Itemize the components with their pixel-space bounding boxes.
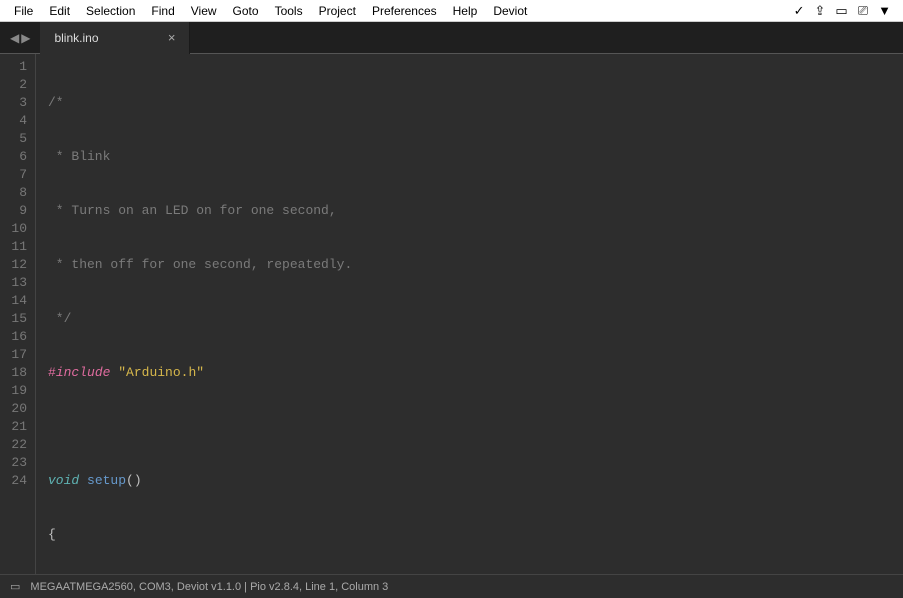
clean-icon[interactable]: ⎚ (858, 3, 868, 19)
line-number: 12 (0, 256, 27, 274)
line-number: 22 (0, 436, 27, 454)
line-number: 11 (0, 238, 27, 256)
tab-label: blink.ino (54, 31, 98, 45)
line-number: 18 (0, 364, 27, 382)
menu-view[interactable]: View (183, 2, 225, 20)
line-number: 5 (0, 130, 27, 148)
line-number: 9 (0, 202, 27, 220)
code-line: #include "Arduino.h" (48, 364, 422, 382)
line-number: 8 (0, 184, 27, 202)
monitor-icon[interactable]: ▭ (835, 3, 847, 19)
line-number: 4 (0, 112, 27, 130)
toolbar-icons: ✓ ⇪ ▭ ⎚ ▼ (794, 3, 897, 19)
dropdown-icon[interactable]: ▼ (878, 3, 891, 18)
nav-back-icon[interactable]: ◀ (10, 31, 19, 45)
menu-help[interactable]: Help (445, 2, 486, 20)
line-number: 1 (0, 58, 27, 76)
line-number: 14 (0, 292, 27, 310)
nav-forward-icon[interactable]: ▶ (21, 31, 30, 45)
line-number: 15 (0, 310, 27, 328)
editor[interactable]: 1 2 3 4 5 6 7 8 9 10 11 12 13 14 15 16 1… (0, 54, 903, 574)
line-number: 7 (0, 166, 27, 184)
line-number: 20 (0, 400, 27, 418)
code-line: /* (48, 94, 422, 112)
panel-icon[interactable]: ▭ (10, 580, 20, 593)
line-number: 23 (0, 454, 27, 472)
line-number: 6 (0, 148, 27, 166)
tab-bar: ◀ ▶ blink.ino × (0, 22, 903, 54)
tab-blink[interactable]: blink.ino × (40, 22, 190, 54)
code-area[interactable]: /* * Blink * Turns on an LED on for one … (36, 54, 422, 574)
menu-bar: File Edit Selection Find View Goto Tools… (0, 0, 903, 22)
code-line: * then off for one second, repeatedly. (48, 256, 422, 274)
menu-tools[interactable]: Tools (267, 2, 311, 20)
menu-deviot[interactable]: Deviot (485, 2, 535, 20)
line-number: 21 (0, 418, 27, 436)
menu-selection[interactable]: Selection (78, 2, 143, 20)
line-number: 16 (0, 328, 27, 346)
tab-close-icon[interactable]: × (148, 30, 176, 45)
code-line: * Turns on an LED on for one second, (48, 202, 422, 220)
build-icon[interactable]: ✓ (794, 3, 805, 19)
code-line: */ (48, 310, 422, 328)
line-number: 10 (0, 220, 27, 238)
line-number: 17 (0, 346, 27, 364)
menu-preferences[interactable]: Preferences (364, 2, 445, 20)
status-bar: ▭ MEGAATMEGA2560, COM3, Deviot v1.1.0 | … (0, 574, 903, 598)
code-line: * Blink (48, 148, 422, 166)
code-line (48, 418, 422, 436)
line-number: 3 (0, 94, 27, 112)
menu-find[interactable]: Find (143, 2, 182, 20)
line-number: 13 (0, 274, 27, 292)
line-number: 2 (0, 76, 27, 94)
upload-icon[interactable]: ⇪ (815, 3, 826, 19)
menu-project[interactable]: Project (311, 2, 364, 20)
code-line: { (48, 526, 422, 544)
nav-arrows: ◀ ▶ (0, 31, 40, 45)
code-line: void setup() (48, 472, 422, 490)
line-number: 24 (0, 472, 27, 490)
menu-goto[interactable]: Goto (225, 2, 267, 20)
line-gutter: 1 2 3 4 5 6 7 8 9 10 11 12 13 14 15 16 1… (0, 54, 36, 574)
status-text: MEGAATMEGA2560, COM3, Deviot v1.1.0 | Pi… (30, 581, 388, 593)
menu-file[interactable]: File (6, 2, 41, 20)
line-number: 19 (0, 382, 27, 400)
menu-edit[interactable]: Edit (41, 2, 78, 20)
